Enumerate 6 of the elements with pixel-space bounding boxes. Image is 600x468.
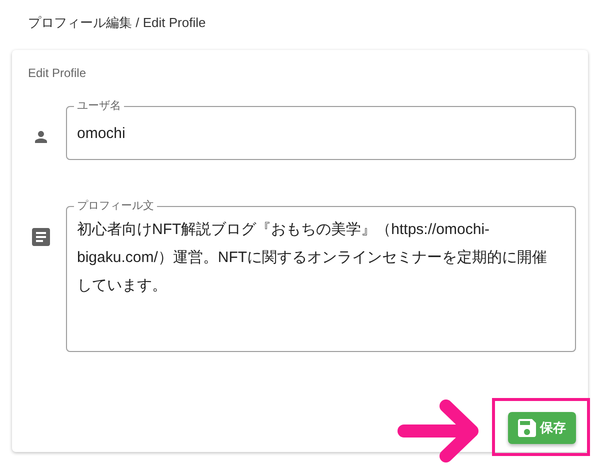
document-icon xyxy=(32,228,50,246)
field-label: プロフィール文 xyxy=(74,199,157,213)
field-label: ユーザ名 xyxy=(74,99,124,113)
card-title: Edit Profile xyxy=(28,66,88,80)
person-icon xyxy=(32,128,50,146)
breadcrumb: プロフィール編集 / Edit Profile xyxy=(27,14,207,32)
